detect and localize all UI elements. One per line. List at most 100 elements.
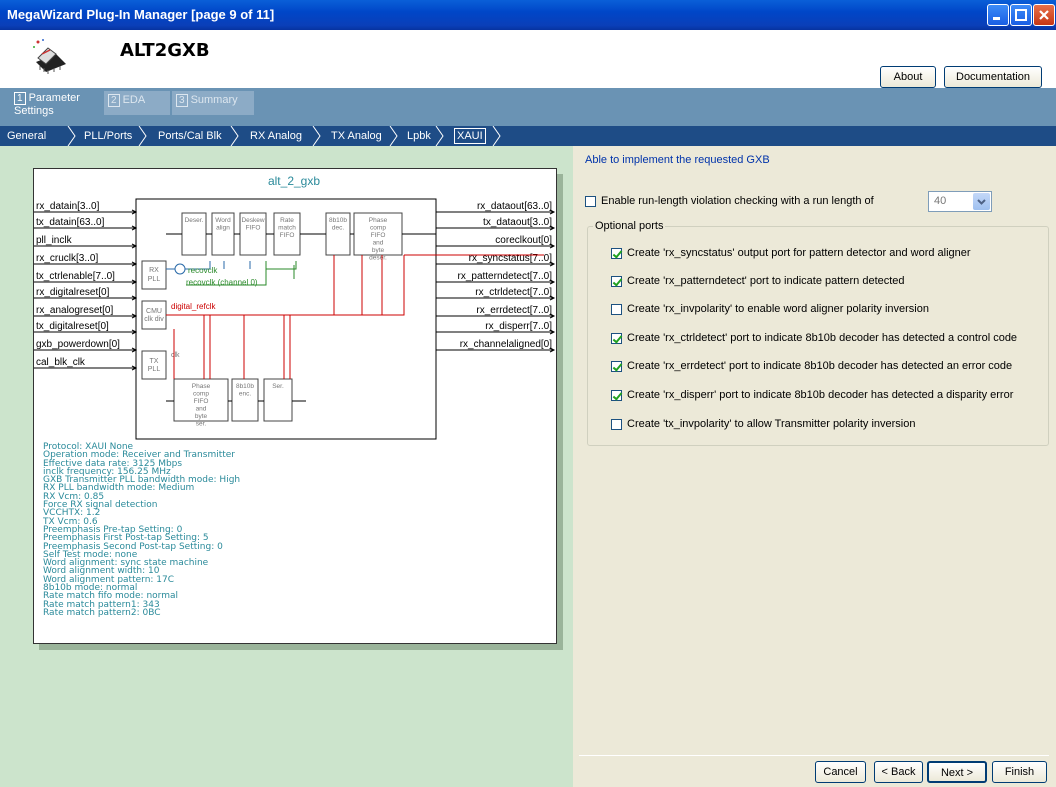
rx-block-label: byte [372,247,385,254]
cmu-label-2: clk div [144,316,164,323]
tab-parameter-settings[interactable]: 1 Parameter Settings [10,89,102,125]
output-port-label: tx_dataout[3..0] [483,217,552,228]
output-port-label: rx_disperr[7..0] [485,321,552,332]
output-port-label: rx_channelaligned[0] [460,339,553,350]
optional-port-checkbox[interactable] [611,276,622,287]
step-number: 3 [176,94,188,107]
finish-button[interactable]: Finish [992,761,1047,783]
optional-port-checkbox[interactable] [611,333,622,344]
next-button[interactable]: Next > [927,761,987,783]
output-port-label: rx_patterndetect[7..0] [457,271,552,282]
cmu-block [141,300,167,330]
title-bar: MegaWizard Plug-In Manager [page 9 of 11… [0,0,1056,30]
dropdown-button[interactable] [973,193,990,210]
crumb-pll-ports[interactable]: PLL/Ports [84,130,132,142]
optional-port-label: Create 'rx_patterndetect' port to indica… [627,275,905,287]
status-message: Able to implement the requested GXB [585,154,770,166]
chevron-right-icon [389,126,398,146]
symbol-diagram: alt_2_gxb rx_datain[3..0] tx_datain[63..0… [33,168,557,644]
wizard-steps: 1 Parameter Settings 2 EDA 3 Summary [0,88,1056,126]
runlength-select[interactable]: 40 [928,191,992,212]
chevron-right-icon [492,126,501,146]
rx-block-label: 8b10b [329,217,347,224]
recovclk-label: recovclk [188,266,218,275]
close-icon [1039,10,1049,20]
chevron-right-icon [67,126,76,146]
cmu-label: CMU [146,308,162,315]
rx-block-label: dec. [332,225,344,232]
step-number: 2 [108,94,120,107]
breadcrumb: General PLL/Ports Ports/Cal Blk RX Analo… [0,126,1056,146]
tx-pll-block [141,350,167,380]
tx-block-label: comp [193,391,209,398]
maximize-icon [1015,9,1027,21]
rx-pll-label: RX [149,267,159,274]
back-button[interactable]: < Back [874,761,923,783]
step-number: 1 [14,92,26,105]
crumb-rx-analog[interactable]: RX Analog [250,130,302,142]
rx-block-label: match [278,225,296,232]
close-button[interactable] [1033,4,1055,26]
rx-block-label: Rate [280,217,294,224]
summary-line: Rate match pattern2: 0BC [43,607,161,618]
optional-port-checkbox[interactable] [611,304,622,315]
wizard-header: ALT2GXB About Documentation [0,30,1056,88]
window-title: MegaWizard Plug-In Manager [page 9 of 11… [7,7,275,22]
chevron-right-icon [138,126,147,146]
crumb-tx-analog[interactable]: TX Analog [331,130,382,142]
rx-block-label: deser. [369,255,387,262]
rx-block-label: comp [370,225,386,232]
minimize-icon [993,17,1000,20]
output-port-label: rx_dataout[63..0] [477,201,552,212]
configuration-summary: Protocol: XAUI None Operation mode: Recei… [43,442,240,618]
digital-refclk-label: digital_refclk [171,302,216,311]
maximize-button[interactable] [1010,4,1032,26]
optional-port-checkbox[interactable] [611,419,622,430]
crumb-xaui[interactable]: XAUI [454,128,486,144]
tab-eda[interactable]: 2 EDA [104,91,170,115]
rx-block-label: Deser. [185,217,204,224]
about-button[interactable]: About [880,66,936,88]
tab-summary[interactable]: 3 Summary [172,91,254,115]
megawizard-logo-icon [33,39,66,74]
rx-pll-block [141,260,167,290]
runlength-checkbox[interactable] [585,196,596,207]
optional-port-checkbox[interactable] [611,390,622,401]
chevron-right-icon [435,126,444,146]
cancel-button[interactable]: Cancel [815,761,866,783]
input-port-label: rx_datain[3..0] [36,201,100,212]
input-port-label: pll_inclk [36,235,73,246]
rx-datapath: Deser. WordalignDeskewFIFORatematchFIFO8b… [166,212,436,262]
output-port-label: rx_ctrldetect[7..0] [475,287,552,298]
rx-block-label: and [373,240,384,247]
diagram-panel: alt_2_gxb rx_datain[3..0] tx_datain[63..0… [0,146,573,787]
clk-label: clk [171,352,180,359]
documentation-button[interactable]: Documentation [944,66,1042,88]
clk-mux [174,263,186,275]
tx-block-label: enc. [239,391,251,398]
footer-divider [579,755,1049,756]
chevron-right-icon [312,126,321,146]
output-port-label: coreclkout[0] [495,235,552,246]
tx-block-label: and [196,406,207,413]
tx-pll-label: TX [150,358,159,365]
settings-panel: Able to implement the requested GXB Enab… [573,146,1056,787]
optional-port-label: Create 'rx_syncstatus' output port for p… [627,247,971,259]
optional-port-checkbox[interactable] [611,361,622,372]
minimize-button[interactable] [987,4,1009,26]
tx-block-label: ser. [196,421,207,428]
rx-block-label: align [216,225,230,232]
step-label: EDA [122,94,146,106]
runlength-value: 40 [934,195,947,207]
crumb-lpbk[interactable]: Lpbk [407,130,431,142]
rx-block-label: FIFO [246,225,261,232]
rx-block-label: Deskew [241,217,264,224]
optional-port-label: Create 'rx_invpolarity' to enable word a… [627,303,929,315]
input-port-label: tx_datain[63..0] [36,217,105,228]
tx-block-label: Ser. [272,383,284,390]
crumb-general[interactable]: General [7,130,46,142]
optional-ports-title: Optional ports [593,220,666,232]
optional-port-checkbox[interactable] [611,248,622,259]
crumb-ports-cal-blk[interactable]: Ports/Cal Blk [158,130,222,142]
optional-port-label: Create 'tx_invpolarity' to allow Transmi… [627,418,916,430]
